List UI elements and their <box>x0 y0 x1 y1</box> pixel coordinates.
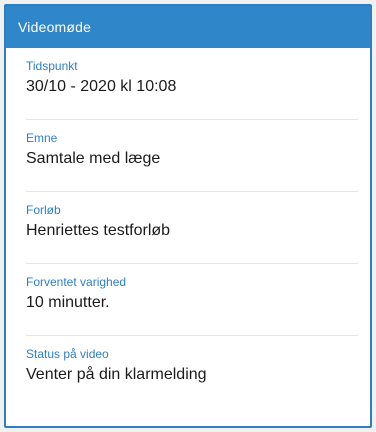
detail-row-subject: Emne Samtale med læge <box>26 120 358 192</box>
detail-row-course: Forløb Henriettes testforløb <box>26 192 358 264</box>
detail-value: 30/10 - 2020 kl 10:08 <box>26 78 177 95</box>
video-meeting-card: Videomøde Tidspunkt 30/10 - 2020 kl 10:0… <box>6 6 370 426</box>
detail-value: Venter på din klarmelding <box>26 366 207 383</box>
detail-label: Forløb <box>26 203 61 217</box>
detail-value: Henriettes testforløb <box>26 222 171 239</box>
detail-row-video-status: Status på video Venter på din klarmeldin… <box>26 336 358 408</box>
detail-value: 10 minutter. <box>26 294 110 311</box>
detail-row-time: Tidspunkt 30/10 - 2020 kl 10:08 <box>26 48 358 120</box>
card-header: Videomøde <box>6 6 370 48</box>
detail-label: Tidspunkt <box>26 59 78 73</box>
detail-value: Samtale med læge <box>26 150 161 167</box>
detail-label: Emne <box>26 131 58 145</box>
card-title: Videomøde <box>18 19 92 35</box>
detail-label: Forventet varighed <box>26 275 127 289</box>
detail-row-duration: Forventet varighed 10 minutter. <box>26 264 358 336</box>
detail-label: Status på video <box>26 347 109 361</box>
video-meeting-frame: Videomøde Tidspunkt 30/10 - 2020 kl 10:0… <box>4 4 372 428</box>
details-list: Tidspunkt 30/10 - 2020 kl 10:08 Emne Sam… <box>6 48 370 408</box>
